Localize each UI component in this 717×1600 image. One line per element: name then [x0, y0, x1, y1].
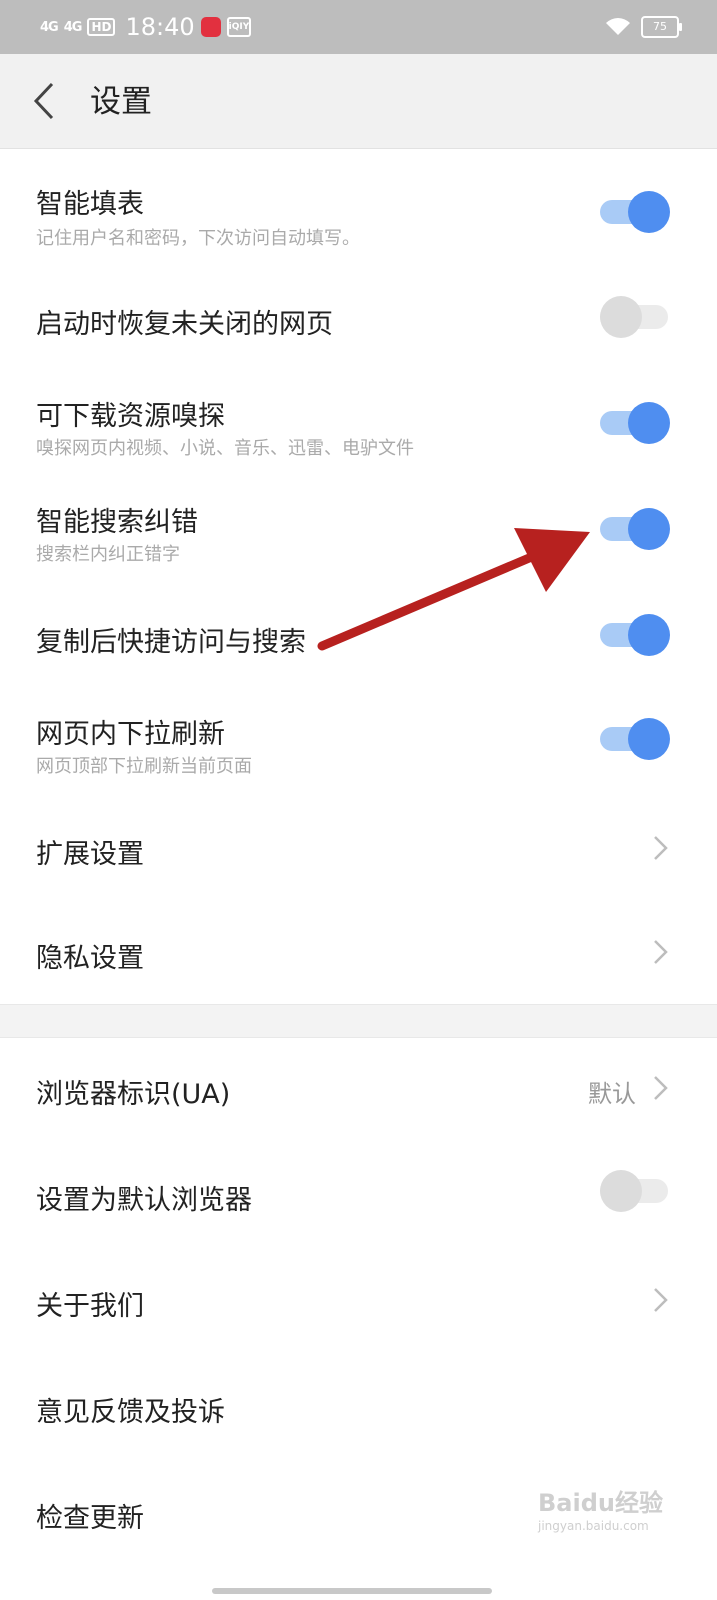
pull-refresh-toggle[interactable] [600, 718, 670, 760]
setting-title: 浏览器标识(UA) [36, 1079, 231, 1110]
chevron-right-icon [654, 940, 668, 964]
battery-icon: 75 [641, 16, 682, 38]
sim2-signal-icon: 4G [63, 19, 83, 35]
setting-title: 隐私设置 [36, 943, 144, 974]
status-bar: 4G 4G HD 18:40 iQIY 75 [0, 0, 717, 54]
setting-pull-refresh[interactable]: 网页内下拉刷新 网页顶部下拉刷新当前页面 [0, 688, 717, 794]
setting-title: 智能搜索纠错 [36, 507, 198, 538]
setting-about-us[interactable]: 关于我们 [0, 1248, 717, 1354]
sim1-signal-icon: 4G [40, 19, 59, 35]
search-correction-toggle[interactable] [600, 508, 670, 550]
iqiyi-notification-icon: iQIY [226, 17, 251, 37]
setting-title: 设置为默认浏览器 [36, 1185, 252, 1216]
battery-level: 75 [653, 20, 667, 33]
setting-title: 意见反馈及投诉 [36, 1397, 225, 1428]
setting-subtitle: 搜索栏内纠正错字 [36, 544, 180, 565]
back-arrow-icon [33, 82, 54, 120]
section-divider [0, 1004, 717, 1038]
chevron-right-icon [654, 1288, 668, 1312]
chevron-right-icon [654, 836, 668, 860]
setting-title: 检查更新 [36, 1503, 144, 1534]
setting-restore-pages[interactable]: 启动时恢复未关闭的网页 [0, 264, 717, 370]
setting-subtitle: 记住用户名和密码，下次访问自动填写。 [36, 228, 360, 249]
restore-pages-toggle[interactable] [600, 296, 670, 338]
wifi-icon [606, 18, 630, 35]
home-indicator[interactable] [212, 1588, 492, 1594]
clock: 18:40 [125, 13, 195, 41]
setting-title: 关于我们 [36, 1291, 144, 1322]
setting-smart-form-fill[interactable]: 智能填表 记住用户名和密码，下次访问自动填写。 [0, 148, 717, 264]
resource-sniff-toggle[interactable] [600, 402, 670, 444]
setting-copy-quick-access[interactable]: 复制后快捷访问与搜索 [0, 582, 717, 688]
default-browser-toggle[interactable] [600, 1170, 670, 1212]
setting-title: 可下载资源嗅探 [36, 401, 225, 432]
setting-extensions[interactable]: 扩展设置 [0, 794, 717, 900]
hd-voice-icon: HD [87, 18, 116, 36]
setting-title: 扩展设置 [36, 839, 144, 870]
watermark-text: Baidu经验 [538, 1489, 663, 1517]
setting-title: 网页内下拉刷新 [36, 719, 225, 750]
setting-title: 智能填表 [36, 189, 144, 220]
setting-subtitle: 嗅探网页内视频、小说、音乐、迅雷、电驴文件 [36, 438, 414, 459]
setting-privacy[interactable]: 隐私设置 [0, 900, 717, 1004]
app-notification-icon [200, 17, 221, 37]
setting-resource-sniff[interactable]: 可下载资源嗅探 嗅探网页内视频、小说、音乐、迅雷、电驴文件 [0, 370, 717, 476]
watermark-url: jingyan.baidu.com [538, 1519, 649, 1533]
setting-subtitle: 网页顶部下拉刷新当前页面 [36, 756, 252, 777]
setting-default-browser[interactable]: 设置为默认浏览器 [0, 1142, 717, 1248]
setting-title: 启动时恢复未关闭的网页 [36, 309, 333, 340]
smart-form-fill-toggle[interactable] [600, 191, 670, 233]
setting-feedback[interactable]: 意见反馈及投诉 [0, 1354, 717, 1460]
settings-header: 设置 [0, 54, 717, 149]
user-agent-value: 默认 [588, 1080, 636, 1108]
back-button[interactable] [22, 78, 68, 124]
copy-quick-access-toggle[interactable] [600, 614, 670, 656]
page-title: 设置 [90, 84, 152, 120]
baidu-jingyan-watermark: Baidu经验 jingyan.baidu.com [538, 1488, 698, 1548]
setting-search-correction[interactable]: 智能搜索纠错 搜索栏内纠正错字 [0, 476, 717, 582]
setting-user-agent[interactable]: 浏览器标识(UA) 默认 [0, 1036, 717, 1142]
setting-title: 复制后快捷访问与搜索 [36, 627, 306, 658]
chevron-right-icon [654, 1076, 668, 1100]
